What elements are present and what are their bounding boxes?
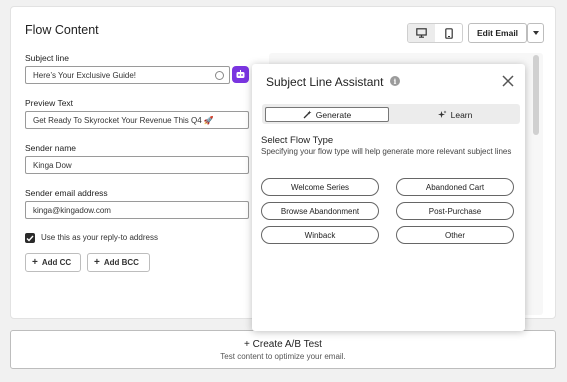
ab-test-subtitle: Test content to optimize your email. <box>220 352 346 361</box>
plus-icon: + <box>94 256 100 268</box>
add-cc-label: Add CC <box>41 258 72 267</box>
flow-type-option[interactable]: Winback <box>261 226 379 244</box>
monitor-icon <box>416 28 427 38</box>
flow-type-description: Specifying your flow type will help gene… <box>261 147 512 156</box>
tab-generate[interactable]: Generate <box>265 107 389 122</box>
subject-input[interactable]: Here’s Your Exclusive Guide! <box>25 66 230 84</box>
reply-to-label: Use this as your reply-to address <box>41 233 158 242</box>
add-cc-button[interactable]: + Add CC <box>25 253 81 272</box>
chevron-down-icon <box>532 31 539 35</box>
flow-type-option[interactable]: Welcome Series <box>261 178 379 196</box>
emoji-picker-icon[interactable] <box>215 71 224 80</box>
assistant-title: Subject Line Assistant <box>266 75 384 89</box>
preview-scrollbar[interactable] <box>533 55 539 135</box>
sender-email-value: kinga@kingadow.com <box>33 205 111 215</box>
sender-name-input[interactable]: Kinga Dow <box>25 156 249 174</box>
view-toggle <box>407 23 463 43</box>
sparkle-icon <box>437 110 447 118</box>
preview-text-label: Preview Text <box>25 98 74 108</box>
magic-wand-icon <box>303 110 312 119</box>
reply-to-checkbox[interactable] <box>25 233 35 243</box>
checkmark-icon <box>26 235 34 242</box>
subject-assistant-button[interactable] <box>232 66 249 83</box>
mobile-view-button[interactable] <box>435 24 462 42</box>
add-bcc-label: Add BCC <box>103 258 139 267</box>
plus-icon: + <box>32 256 38 268</box>
subject-value: Here’s Your Exclusive Guide! <box>33 70 137 80</box>
subject-line-assistant-panel: Subject Line Assistant i Generate Learn … <box>252 64 525 331</box>
info-icon[interactable]: i <box>390 76 400 86</box>
sender-email-label: Sender email address <box>25 188 108 198</box>
desktop-view-button[interactable] <box>408 24 435 42</box>
add-bcc-button[interactable]: + Add BCC <box>87 253 150 272</box>
flow-type-heading: Select Flow Type <box>261 135 334 146</box>
sender-email-input[interactable]: kinga@kingadow.com <box>25 201 249 219</box>
flow-type-option[interactable]: Other <box>396 226 514 244</box>
flow-type-option[interactable]: Browse Abandonment <box>261 202 379 220</box>
robot-icon <box>236 70 245 78</box>
sender-name-value: Kinga Dow <box>33 160 72 170</box>
phone-icon <box>444 27 453 39</box>
preview-text-input[interactable]: Get Ready To Skyrocket Your Revenue This… <box>25 111 249 129</box>
ab-test-title: + Create A/B Test <box>244 339 322 350</box>
create-ab-test-button[interactable]: + Create A/B Test Test content to optimi… <box>10 330 556 369</box>
edit-email-button[interactable]: Edit Email <box>468 23 527 43</box>
assistant-tabs: Generate Learn <box>262 104 520 124</box>
flow-type-option[interactable]: Post-Purchase <box>396 202 514 220</box>
subject-label: Subject line <box>25 53 69 63</box>
preview-text-value: Get Ready To Skyrocket Your Revenue This… <box>33 115 214 125</box>
edit-email-dropdown[interactable] <box>527 23 544 43</box>
sender-name-label: Sender name <box>25 143 77 153</box>
flow-type-option[interactable]: Abandoned Cart <box>396 178 514 196</box>
tab-generate-label: Generate <box>315 109 352 120</box>
tab-learn-label: Learn <box>450 109 473 120</box>
tab-learn[interactable]: Learn <box>393 107 517 122</box>
page-title: Flow Content <box>25 23 99 37</box>
close-icon[interactable] <box>501 74 515 88</box>
